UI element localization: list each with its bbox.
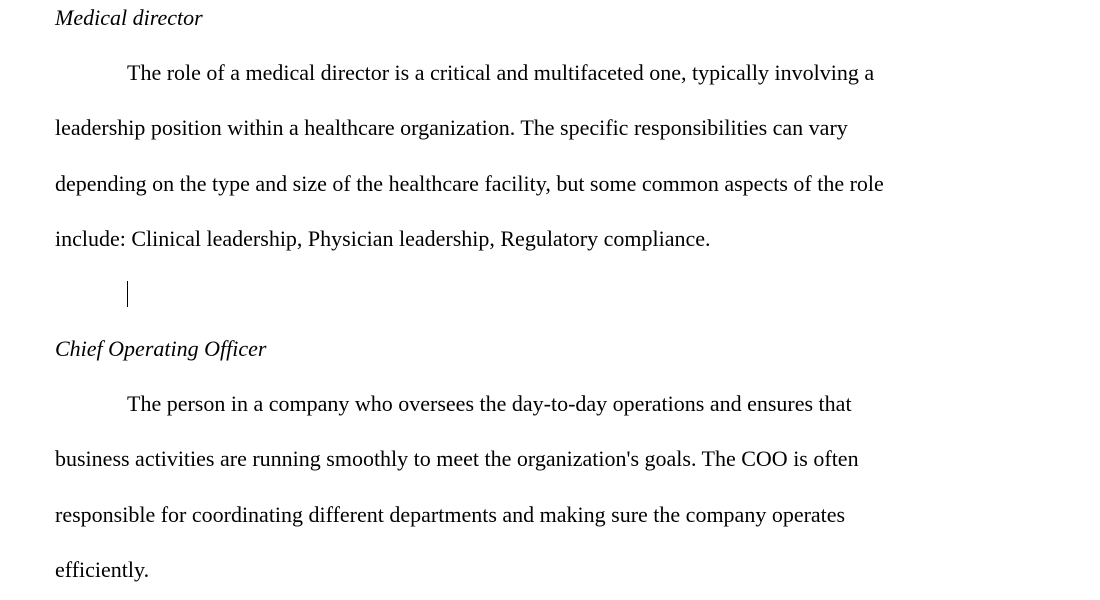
section-heading-chief-operating-officer: Chief Operating Officer: [55, 336, 267, 361]
document-page[interactable]: Medical director The role of a medical d…: [0, 0, 1100, 600]
paragraph-line: leadership position within a healthcare …: [55, 115, 848, 140]
paragraph-line: responsible for coordinating different d…: [55, 502, 846, 527]
paragraph-line: depending on the type and size of the he…: [55, 171, 884, 196]
paragraph-line: The role of a medical director is a crit…: [127, 60, 875, 85]
paragraph-line: include: Clinical leadership, Physician …: [55, 226, 711, 251]
text-cursor: [127, 281, 128, 307]
paragraph-line: The person in a company who oversees the…: [127, 391, 852, 416]
paragraph-line: business activities are running smoothly…: [55, 446, 859, 471]
paragraph-line: efficiently.: [55, 557, 150, 582]
section-heading-medical-director: Medical director: [55, 5, 203, 30]
